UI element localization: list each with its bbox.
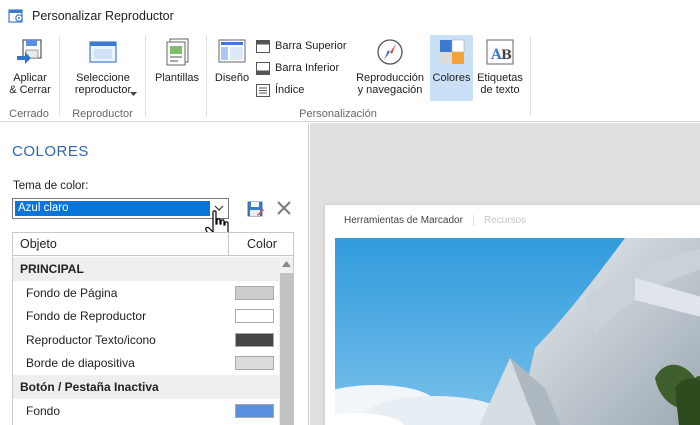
player-window-icon (89, 41, 117, 63)
table-row[interactable]: Borde de diapositiva (13, 351, 279, 375)
panel-title: COLORES (12, 143, 89, 160)
window-title: Personalizar Reproductor (32, 9, 174, 23)
index-label: Índice (275, 84, 305, 96)
delete-theme-icon[interactable] (276, 200, 292, 216)
group-label-player: Reproductor (72, 108, 133, 120)
select-player-label: Seleccione reproductor (74, 72, 132, 96)
table-header: Objeto Color (13, 233, 293, 256)
object-label: Fondo de Página (26, 285, 118, 300)
column-header-object: Objeto (20, 237, 57, 251)
table-row[interactable]: Fondo de Página (13, 281, 279, 305)
scroll-thumb[interactable] (280, 273, 293, 425)
column-header-color: Color (247, 237, 277, 251)
index-list-icon (256, 83, 270, 97)
design-label: Diseño (214, 72, 250, 84)
section-label: Botón / Pestaña Inactiva (20, 379, 159, 394)
playback-navigation-button[interactable]: Reproducción y navegación (351, 36, 429, 96)
app-icon (8, 9, 23, 23)
bottom-bar-label: Barra Inferior (275, 62, 340, 74)
group-label-close: Cerrado (9, 108, 49, 120)
colors-label: Colores (432, 72, 471, 84)
text-labels-button[interactable]: A B Etiquetas de texto (474, 36, 526, 96)
bottom-bar-icon (256, 61, 270, 75)
theme-select-value: Azul claro (15, 201, 210, 216)
tab-resources[interactable]: Recursos (484, 215, 526, 226)
object-label: Borde de diapositiva (26, 356, 135, 371)
object-label: Reproductor Texto/icono (26, 332, 156, 347)
colors-panel: COLORES Tema de color: Azul claro Objeto… (0, 123, 309, 425)
templates-icon (166, 38, 189, 66)
color-swatch[interactable] (235, 332, 274, 347)
player-preview: Herramientas de Marcador Recursos (310, 123, 700, 425)
group-label-personalization: Personalización (299, 108, 377, 120)
table-rows: PRINCIPAL Fondo de Página Fondo de Reprodu… (13, 257, 279, 422)
table-section-row: Botón / Pestaña Inactiva (13, 374, 279, 399)
templates-button[interactable]: Plantillas (152, 36, 202, 84)
color-swatch[interactable] (235, 309, 274, 324)
group-player: Seleccione reproductor Reproductor (60, 32, 145, 122)
group-personalization: Plantillas Diseño Barra Superior Barra I… (146, 32, 530, 122)
compass-icon (377, 39, 403, 65)
bottom-bar-button[interactable]: Barra Inferior (256, 58, 339, 78)
ribbon-separator (530, 36, 531, 116)
tab-bookmark-tools[interactable]: Herramientas de Marcador (344, 215, 463, 226)
design-button[interactable]: Diseño (210, 36, 254, 84)
section-label: PRINCIPAL (20, 262, 84, 276)
color-palette-icon (439, 39, 464, 64)
colors-button[interactable]: Colores (430, 35, 473, 101)
svg-text:B: B (501, 48, 512, 63)
top-bar-icon (256, 39, 270, 53)
scroll-up-icon[interactable] (282, 261, 291, 267)
column-divider (228, 233, 229, 256)
theme-label: Tema de color: (13, 180, 89, 192)
playback-navigation-label: Reproducción y navegación (356, 72, 424, 96)
text-labels-label: Etiquetas de texto (477, 72, 523, 96)
color-table: Objeto Color PRINCIPAL Fondo de Página Fon… (12, 232, 294, 425)
table-scrollbar[interactable] (279, 257, 293, 425)
templates-label: Plantillas (154, 72, 200, 84)
ribbon-separator (206, 36, 207, 116)
table-row[interactable]: Fondo (13, 399, 279, 423)
preview-player: Herramientas de Marcador Recursos (325, 205, 700, 425)
text-labels-icon: A B (486, 39, 514, 65)
slide-photo (335, 238, 700, 425)
save-close-icon (17, 39, 42, 64)
table-row[interactable]: Fondo de Reproductor (13, 304, 279, 328)
top-bar-label: Barra Superior (275, 40, 347, 52)
object-label: Fondo de Reproductor (26, 309, 147, 324)
table-section-row: PRINCIPAL (13, 257, 279, 281)
color-swatch[interactable] (235, 403, 274, 418)
tab-divider (472, 215, 474, 226)
table-row[interactable]: Reproductor Texto/icono (13, 328, 279, 352)
color-swatch[interactable] (235, 285, 274, 300)
design-layout-icon (218, 39, 246, 63)
chevron-down-icon (130, 92, 137, 96)
save-theme-icon[interactable] (246, 200, 264, 218)
select-player-button[interactable]: Seleccione reproductor (66, 36, 140, 96)
theme-select[interactable]: Azul claro (12, 198, 229, 219)
index-button[interactable]: Índice (256, 80, 304, 100)
preview-tabs: Herramientas de Marcador Recursos (344, 215, 526, 226)
color-swatch[interactable] (235, 356, 274, 371)
apply-close-label: Aplicar & Cerrar (9, 72, 51, 96)
object-label: Fondo (26, 403, 61, 418)
group-close: Aplicar & Cerrar Cerrado (0, 32, 58, 122)
ribbon: Aplicar & Cerrar Cerrado Seleccione repr… (0, 32, 700, 122)
apply-close-button[interactable]: Aplicar & Cerrar (6, 36, 54, 96)
top-bar-button[interactable]: Barra Superior (256, 36, 347, 56)
title-bar: Personalizar Reproductor (0, 0, 700, 32)
